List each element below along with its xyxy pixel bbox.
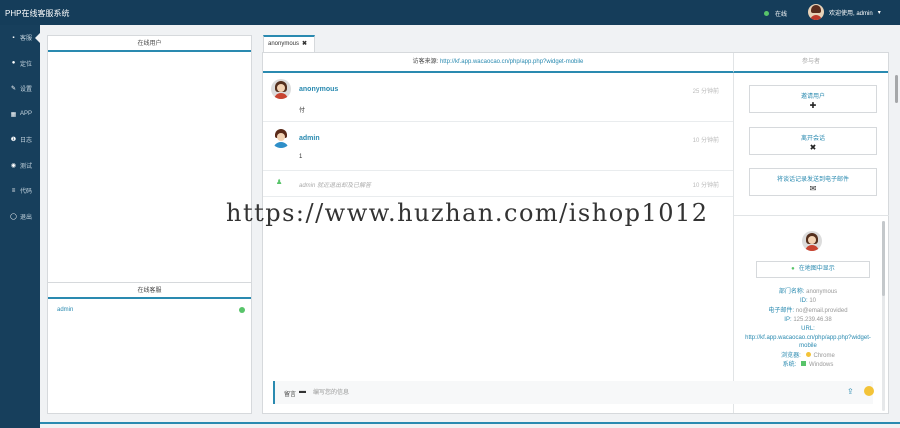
- chrome-icon: [805, 352, 811, 357]
- message-time: 10 分钟前: [692, 138, 719, 144]
- chat-icon: ▪: [12, 34, 15, 41]
- sidebar-item-app[interactable]: ▦ APP: [0, 102, 40, 128]
- visitor-field: IP: 125.239.46.38: [784, 317, 832, 323]
- sidebar-item-settings[interactable]: ✎ 设置: [0, 76, 40, 102]
- message-composer: 留言 ▬ ⇪: [273, 381, 874, 404]
- tab-anonymous[interactable]: anonymous ✖: [263, 35, 315, 53]
- sidebar-item-logout[interactable]: ◯ 退出: [0, 204, 40, 230]
- message-time: 25 分钟前: [692, 89, 719, 95]
- status-label: 在线: [775, 12, 788, 18]
- visitor-source: 访客来源: http://kf.app.wacaocao.cn/php/app.…: [263, 53, 733, 73]
- sidebar-item-label: 定位: [20, 61, 33, 68]
- visitor-field: 部门名称: anonymous: [778, 289, 838, 295]
- visitor-field: 电子邮件: no@email.provided: [768, 308, 848, 314]
- top-bar: PHP在线客服系统 在线 欢迎使用, admin ▾: [0, 0, 900, 25]
- envelope-icon: ✉: [809, 184, 817, 193]
- plus-icon: ✚: [809, 101, 817, 110]
- sidebar-item-label: 代码: [20, 189, 33, 196]
- message-body: 付: [299, 108, 306, 114]
- chat-panel: 访客来源: http://kf.app.wacaocao.cn/php/app.…: [262, 52, 889, 414]
- online-status[interactable]: 在线: [764, 9, 787, 18]
- sidebar-item-label: 退出: [20, 214, 33, 221]
- list-icon: ≡: [11, 187, 16, 194]
- participants-title: 参与者: [733, 53, 888, 73]
- sidebar-item-label: 日志: [20, 138, 33, 145]
- email-transcript-button[interactable]: 将谈话记录发送到电子邮件 ✉: [749, 168, 877, 196]
- list-item[interactable]: admin: [57, 307, 245, 317]
- user-menu[interactable]: 欢迎使用, admin ▾: [808, 4, 881, 20]
- check-icon: [239, 307, 245, 313]
- avatar: [802, 231, 822, 251]
- sidebar-item-log[interactable]: ❶ 日志: [0, 127, 40, 153]
- wrench-icon: ✎: [10, 86, 17, 93]
- source-link[interactable]: http://kf.app.wacaocao.cn/php/app.php?wi…: [440, 59, 583, 65]
- visitor-field: URL:: [801, 326, 815, 332]
- participants-panel: 邀请用户 ✚ 离开会话 ✖ 将谈话记录发送到电子邮件 ✉ ● 在地图中显示 部门名…: [733, 73, 889, 413]
- chevron-down-icon: ▾: [877, 9, 881, 16]
- status-dot-icon: [764, 11, 769, 16]
- invite-user-button[interactable]: 邀请用户 ✚: [749, 85, 877, 113]
- message-item: anonymous 付 25 分钟前: [263, 73, 733, 122]
- invite-label: 邀请用户: [800, 94, 825, 100]
- sidebar: ▪ 客服 ● 定位 ✎ 设置 ▦ APP ❶ 日志 ◉ 测试 ≡ 代码 ◯ 退出: [0, 25, 40, 428]
- online-agents-panel: 在线客服 admin: [47, 282, 252, 414]
- eye-icon: ◉: [10, 162, 17, 169]
- upload-icon[interactable]: ⇪: [847, 387, 854, 396]
- qrcode-icon: ▦: [10, 111, 17, 118]
- avatar: [808, 4, 824, 20]
- agent-name: admin: [57, 307, 74, 313]
- tab-bar: anonymous ✖: [262, 33, 892, 53]
- message-time: 10 分钟前: [692, 183, 719, 189]
- bottom-divider: [40, 422, 900, 424]
- online-users-title: 在线用户: [48, 36, 251, 52]
- visitor-field: 系统: Windows: [782, 361, 834, 368]
- power-icon: ◯: [10, 213, 17, 220]
- sidebar-item-location[interactable]: ● 定位: [0, 51, 40, 77]
- folder-icon[interactable]: ▬: [299, 388, 306, 395]
- online-agents-title: 在线客服: [48, 283, 251, 299]
- message-body: 1: [299, 154, 303, 160]
- composer-label: 留言: [284, 392, 297, 398]
- map-pin-icon: ●: [791, 266, 795, 272]
- app-title: PHP在线客服系统: [5, 9, 70, 18]
- visitor-url: http://kf.app.wacaocao.cn/php/app.php?wi…: [745, 335, 871, 349]
- avatar: [271, 79, 291, 99]
- page-scrollbar[interactable]: [895, 75, 898, 103]
- sidebar-item-label: APP: [20, 111, 33, 118]
- online-users-panel: 在线用户: [47, 35, 252, 283]
- system-message: ♟ admin 就近退出却及已解答 10 分钟前: [263, 171, 733, 197]
- message-sender[interactable]: admin: [299, 135, 320, 142]
- message-item: admin 1 10 分钟前: [263, 122, 733, 171]
- leave-session-button[interactable]: 离开会话 ✖: [749, 127, 877, 155]
- sidebar-item-label: 测试: [20, 163, 33, 170]
- show-on-map-button[interactable]: ● 在地图中显示: [756, 261, 870, 278]
- system-note: admin 就近退出却及已解答: [299, 183, 372, 189]
- visitor-field: 浏览器: Chrome: [781, 352, 835, 359]
- windows-icon: [801, 361, 806, 366]
- sidebar-item-kefu[interactable]: ▪ 客服: [0, 25, 40, 51]
- sidebar-item-test[interactable]: ◉ 测试: [0, 153, 40, 179]
- sidebar-item-code[interactable]: ≡ 代码: [0, 178, 40, 204]
- sidebar-item-label: 客服: [20, 36, 33, 43]
- map-pin-icon: ●: [11, 60, 16, 67]
- message-sender[interactable]: anonymous: [299, 86, 338, 93]
- tab-label: anonymous: [268, 41, 300, 47]
- avatar: [271, 128, 291, 148]
- visitor-field: ID: 10: [799, 298, 817, 304]
- message-input[interactable]: [313, 386, 713, 399]
- user-icon: ♟: [276, 179, 283, 186]
- watermark: https://www.huzhan.com/ishop1012: [226, 199, 709, 227]
- message-list: anonymous 付 25 分钟前 admin 1 10 分钟前 ♟ admi…: [263, 73, 733, 383]
- source-label: 访客来源:: [412, 59, 440, 65]
- welcome-text: 欢迎使用, admin: [829, 10, 873, 17]
- emoji-icon[interactable]: [864, 386, 874, 396]
- email-label: 将谈话记录发送到电子邮件: [776, 177, 849, 183]
- leave-label: 离开会话: [800, 136, 825, 142]
- info-icon: ❶: [10, 137, 17, 144]
- close-icon[interactable]: ✖: [302, 41, 307, 47]
- close-icon: ✖: [809, 143, 817, 152]
- map-button-label: 在地图中显示: [798, 266, 835, 272]
- sidebar-item-label: 设置: [20, 87, 33, 94]
- visitor-info-scrollbar[interactable]: [882, 221, 885, 411]
